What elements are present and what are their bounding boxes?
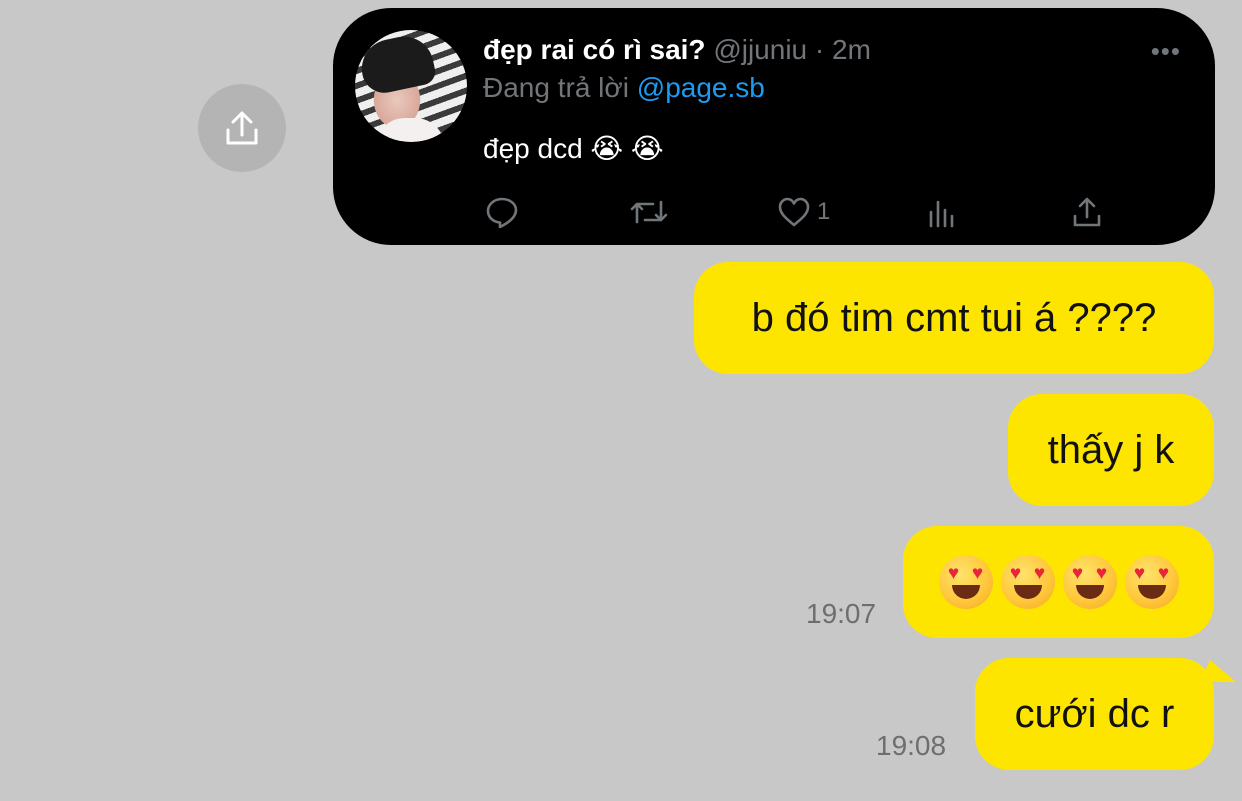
heart-eyes-emoji-icon: ♥ ♥ [1000, 555, 1055, 609]
retweet-icon [630, 200, 668, 224]
reply-button[interactable] [485, 196, 519, 228]
message-bubble[interactable]: thấy j k [1008, 394, 1214, 506]
tweet-text: đẹp dcd 😭 😭 [483, 133, 664, 164]
tweet-separator: · [807, 34, 833, 65]
tweet-share-button[interactable] [1071, 196, 1103, 228]
analytics-icon [929, 200, 954, 228]
tweet-author-name[interactable]: đẹp rai có rì sai? [483, 34, 706, 65]
emoji-message-bubble[interactable]: ♥ ♥ ♥ ♥ ♥ ♥ ♥ ♥ [903, 526, 1214, 638]
tweet-author-handle[interactable]: @jjuniu [713, 34, 807, 65]
analytics-button[interactable] [925, 196, 957, 228]
heart-eyes-emoji-icon: ♥ ♥ [1062, 555, 1117, 609]
share-upload-icon [226, 111, 258, 145]
tweet-header: đẹp rai có rì sai? @jjuniu · 2m [483, 34, 871, 66]
heart-eyes-emoji-icon: ♥ ♥ [1124, 555, 1179, 609]
message-timestamp: 19:08 [876, 730, 947, 761]
heart-icon [778, 197, 810, 227]
like-button[interactable]: 1 [777, 196, 830, 228]
share-icon [1073, 197, 1101, 227]
tweet-time: 2m [832, 34, 871, 65]
reply-prefix: Đang trả lời [483, 72, 637, 103]
heart-eyes-emoji-icon: ♥ ♥ [938, 555, 993, 609]
bubble-tail [1200, 660, 1236, 682]
tweet-reply-context: Đang trả lời @page.sb [483, 72, 765, 104]
message-bubble[interactable]: b đó tim cmt tui á ???? [694, 262, 1214, 374]
more-options-icon[interactable]: ••• [1151, 36, 1181, 67]
avatar[interactable] [355, 30, 467, 142]
like-count: 1 [817, 198, 831, 225]
reply-icon [486, 197, 518, 228]
retweet-button[interactable] [629, 196, 669, 228]
message-timestamp: 19:07 [806, 598, 877, 629]
reply-mention-link[interactable]: @page.sb [637, 72, 765, 103]
message-bubble[interactable]: cưới dc r [975, 658, 1214, 770]
share-button[interactable] [198, 84, 286, 172]
shared-tweet-card[interactable]: đẹp rai có rì sai? @jjuniu · 2m ••• Đang… [333, 8, 1215, 245]
